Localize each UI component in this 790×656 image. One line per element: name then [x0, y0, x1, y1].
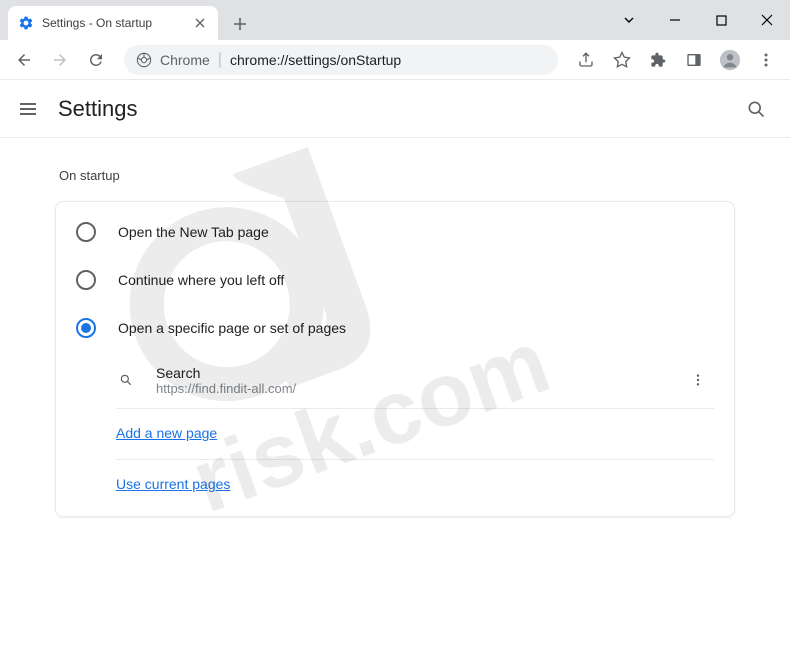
- window-titlebar: Settings - On startup: [0, 0, 790, 40]
- radio-icon: [76, 222, 96, 242]
- radio-label: Continue where you left off: [118, 272, 284, 288]
- gear-icon: [18, 15, 34, 31]
- forward-button[interactable]: [44, 44, 76, 76]
- radio-new-tab[interactable]: Open the New Tab page: [56, 208, 734, 256]
- more-icon[interactable]: [682, 364, 714, 396]
- startup-page-row: Search https://find.findit-all.com/: [116, 352, 714, 409]
- new-tab-button[interactable]: [226, 10, 254, 38]
- radio-continue[interactable]: Continue where you left off: [56, 256, 734, 304]
- page-title: Settings: [58, 96, 138, 122]
- magnifier-icon: [116, 370, 136, 390]
- radio-label: Open a specific page or set of pages: [118, 320, 346, 336]
- radio-icon: [76, 318, 96, 338]
- section-title: On startup: [55, 158, 735, 201]
- settings-content: On startup Open the New Tab page Continu…: [0, 138, 790, 537]
- sidepanel-icon[interactable]: [678, 44, 710, 76]
- browser-toolbar: Chrome | chrome://settings/onStartup: [0, 40, 790, 80]
- close-tab-icon[interactable]: [192, 15, 208, 31]
- bookmark-icon[interactable]: [606, 44, 638, 76]
- use-current-row: Use current pages: [116, 460, 714, 510]
- browser-tab[interactable]: Settings - On startup: [8, 6, 218, 40]
- close-button[interactable]: [744, 0, 790, 40]
- omnibox-url: chrome://settings/onStartup: [230, 52, 401, 68]
- extensions-icon[interactable]: [642, 44, 674, 76]
- use-current-link[interactable]: Use current pages: [116, 476, 230, 492]
- startup-card: Open the New Tab page Continue where you…: [55, 201, 735, 517]
- chevron-down-icon[interactable]: [606, 0, 652, 40]
- page-info: Search https://find.findit-all.com/: [156, 365, 682, 396]
- settings-header: Settings: [0, 80, 790, 138]
- page-url: https://find.findit-all.com/: [156, 381, 682, 396]
- menu-icon[interactable]: [750, 44, 782, 76]
- maximize-button[interactable]: [698, 0, 744, 40]
- window-controls: [606, 0, 790, 40]
- add-page-row: Add a new page: [116, 409, 714, 460]
- radio-icon: [76, 270, 96, 290]
- share-icon[interactable]: [570, 44, 602, 76]
- hamburger-icon[interactable]: [16, 97, 40, 121]
- profile-icon[interactable]: [714, 44, 746, 76]
- tab-title: Settings - On startup: [42, 16, 184, 30]
- chrome-icon: [136, 52, 152, 68]
- minimize-button[interactable]: [652, 0, 698, 40]
- omnibox-scheme: Chrome: [160, 52, 210, 68]
- radio-specific-pages[interactable]: Open a specific page or set of pages: [56, 304, 734, 352]
- omnibox-separator: |: [218, 51, 222, 69]
- page-name: Search: [156, 365, 682, 381]
- address-bar[interactable]: Chrome | chrome://settings/onStartup: [124, 45, 558, 75]
- back-button[interactable]: [8, 44, 40, 76]
- startup-pages-list: Search https://find.findit-all.com/ Add …: [116, 352, 714, 510]
- search-icon[interactable]: [738, 91, 774, 127]
- add-page-link[interactable]: Add a new page: [116, 425, 217, 441]
- radio-label: Open the New Tab page: [118, 224, 269, 240]
- reload-button[interactable]: [80, 44, 112, 76]
